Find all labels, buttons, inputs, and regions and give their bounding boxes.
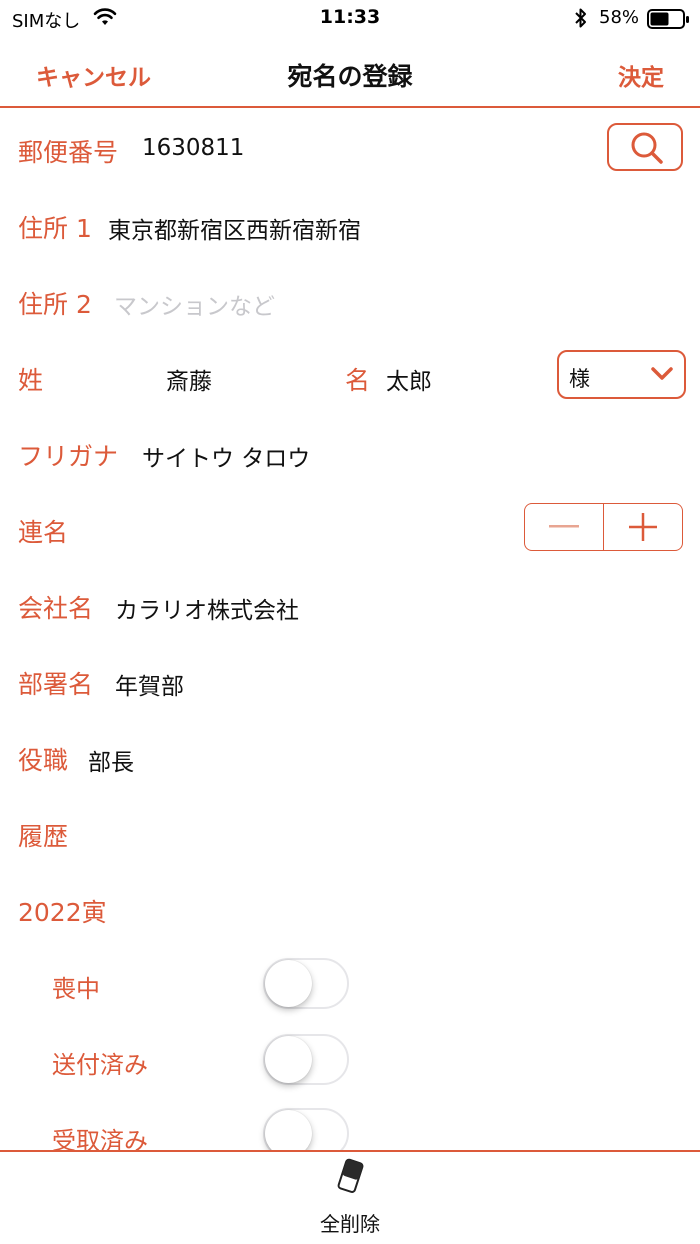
status-bar: SIMなし 11:33 58% xyxy=(0,0,700,40)
chevron-down-icon xyxy=(650,365,674,387)
cancel-button[interactable]: キャンセル xyxy=(36,58,151,92)
battery-icon xyxy=(647,8,691,35)
history-year-label: 2022寅 xyxy=(18,898,107,927)
postal-code-field[interactable]: 1630811 xyxy=(142,135,244,161)
address-search-button[interactable] xyxy=(607,123,683,171)
done-button[interactable]: 決定 xyxy=(618,58,664,92)
sent-toggle[interactable] xyxy=(263,1034,349,1085)
toggle-knob xyxy=(265,960,312,1007)
postal-code-label: 郵便番号 xyxy=(18,138,119,167)
search-icon xyxy=(631,132,663,164)
furigana-label: フリガナ xyxy=(18,442,119,471)
toggle-knob xyxy=(265,1036,312,1083)
bottom-toolbar: 全削除 xyxy=(0,1150,700,1244)
department-label: 部署名 xyxy=(18,670,94,699)
sent-label: 送付済み xyxy=(52,1051,148,1079)
clear-all-label: 全削除 xyxy=(320,1212,380,1236)
mourning-toggle[interactable] xyxy=(263,958,349,1009)
first-name-label: 名 xyxy=(345,366,371,395)
eraser-icon xyxy=(337,1158,364,1193)
add-joint-name-button[interactable] xyxy=(604,504,683,550)
last-name-label: 姓 xyxy=(18,366,44,395)
first-name-field[interactable]: 太郎 xyxy=(386,362,432,396)
honorific-dropdown[interactable]: 様 xyxy=(557,350,686,399)
navigation-bar: キャンセル 宛名の登録 決定 xyxy=(0,44,700,108)
honorific-value: 様 xyxy=(569,367,590,391)
mourning-label: 喪中 xyxy=(52,975,100,1003)
plus-icon xyxy=(628,513,657,541)
bluetooth-icon xyxy=(574,7,588,34)
last-name-field[interactable]: 斎藤 xyxy=(166,362,212,396)
battery-percent: 58% xyxy=(599,7,640,28)
joint-names-stepper xyxy=(524,503,683,551)
company-field[interactable]: カラリオ株式会社 xyxy=(115,591,299,625)
address2-field[interactable]: マンションなど xyxy=(114,287,275,321)
address1-label: 住所 1 xyxy=(18,214,92,243)
position-field[interactable]: 部長 xyxy=(88,743,134,777)
company-label: 会社名 xyxy=(18,594,94,623)
minus-icon xyxy=(548,525,579,528)
joint-names-label: 連名 xyxy=(18,518,69,547)
furigana-field[interactable]: サイトウ タロウ xyxy=(142,439,310,473)
remove-joint-name-button[interactable] xyxy=(525,504,604,550)
address2-label: 住所 2 xyxy=(18,290,92,319)
department-field[interactable]: 年賀部 xyxy=(115,667,184,701)
address1-field[interactable]: 東京都新宿区西新宿新宿 xyxy=(108,211,361,245)
clock: 11:33 xyxy=(319,6,381,28)
clear-all-button[interactable]: 全削除 xyxy=(300,1158,400,1238)
history-heading: 履歴 xyxy=(18,822,69,851)
position-label: 役職 xyxy=(18,746,69,775)
